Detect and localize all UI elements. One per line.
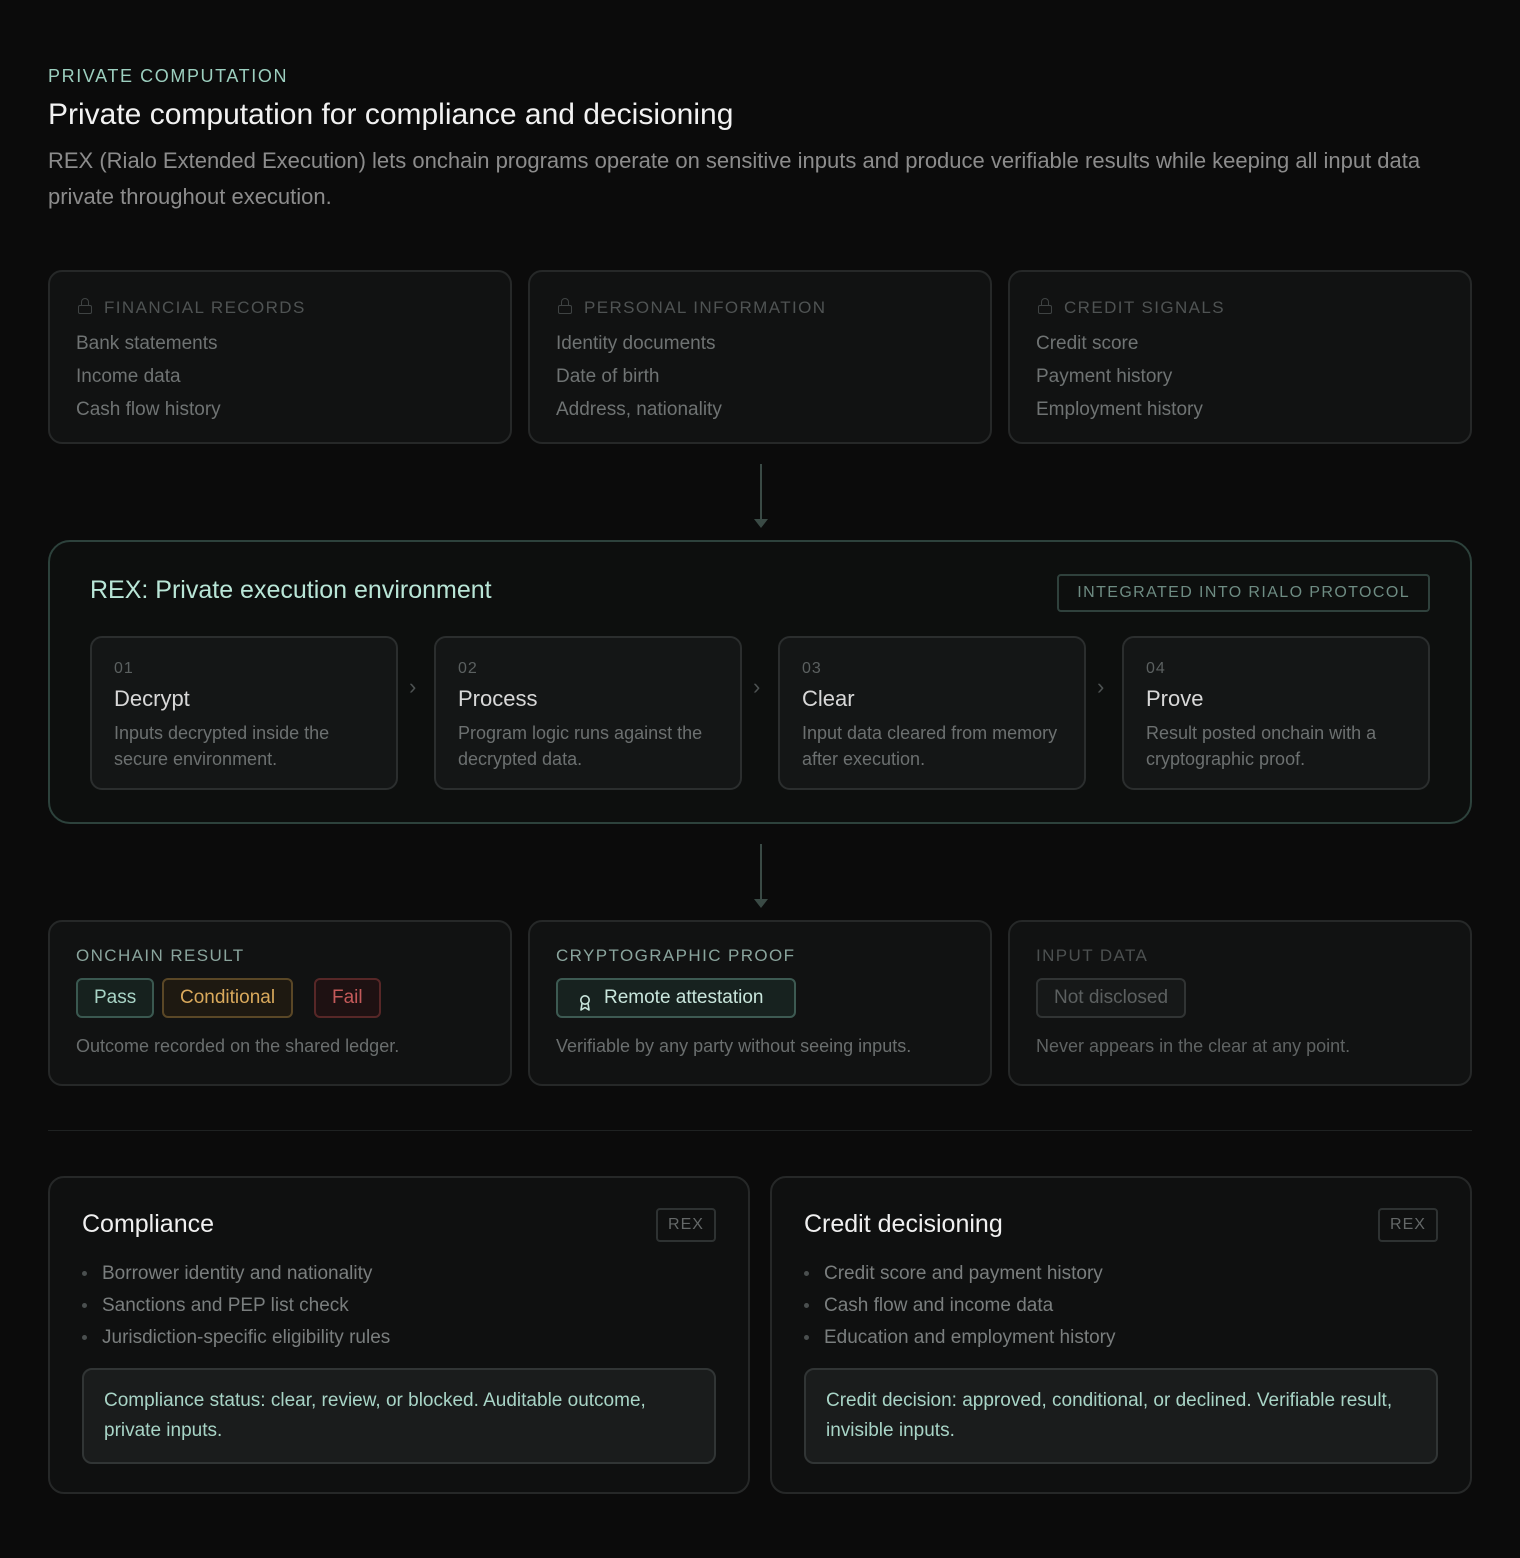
output-card-cryptographic-proof: CRYPTOGRAPHIC PROOF Remote attestation V…	[528, 920, 992, 1086]
step-name: Decrypt	[114, 686, 190, 711]
use-case-title: Credit decisioning	[804, 1210, 1003, 1238]
chevron-right-icon: ›	[753, 674, 761, 699]
use-case-summary: Compliance status: clear, review, or blo…	[82, 1368, 716, 1464]
step-description: Inputs decrypted inside the secure envir…	[114, 723, 330, 769]
step-description: Input data cleared from memory after exe…	[802, 723, 1058, 769]
use-case-list: Credit score and payment history Cash fl…	[804, 1258, 1116, 1354]
input-card-list: Bank statements Income data Cash flow hi…	[76, 327, 221, 426]
input-card-heading: CREDIT SIGNALS	[1064, 298, 1225, 317]
fail-pill: Fail	[314, 978, 381, 1018]
step-number: 02	[458, 660, 478, 677]
rex-protocol-badge: INTEGRATED INTO RIALO PROTOCOL	[1057, 574, 1430, 612]
step-number: 03	[802, 660, 822, 677]
step-description: Program logic runs against the decrypted…	[458, 723, 703, 769]
use-case-summary: Credit decision: approved, conditional, …	[804, 1368, 1438, 1464]
output-card-input-data: INPUT DATA Not disclosed Never appears i…	[1008, 920, 1472, 1086]
list-item: Cash flow and income data	[804, 1290, 1116, 1322]
use-case-card-credit-decisioning: Credit decisioning REX Credit score and …	[770, 1176, 1472, 1494]
step-process: 02 Process Program logic runs against th…	[434, 636, 742, 790]
input-card-credit-signals: CREDIT SIGNALS Credit score Payment hist…	[1008, 270, 1472, 444]
output-description: Never appears in the clear at any point.	[1036, 1036, 1351, 1056]
list-item: Identity documents	[556, 333, 716, 354]
rex-badge: REX	[656, 1208, 716, 1242]
list-item: Jurisdiction-specific eligibility rules	[82, 1322, 390, 1354]
rex-environment-panel: REX: Private execution environment INTEG…	[48, 540, 1472, 824]
pass-pill: Pass	[76, 978, 155, 1018]
output-heading: CRYPTOGRAPHIC PROOF	[556, 946, 796, 965]
step-name: Clear	[802, 686, 855, 711]
remote-attestation-pill: Remote attestation	[556, 978, 796, 1018]
flow-arrow-down	[754, 464, 768, 528]
list-item: Cash flow history	[76, 399, 221, 420]
step-number: 04	[1146, 660, 1166, 677]
input-card-financial-records: FINANCIAL RECORDS Bank statements Income…	[48, 270, 512, 444]
step-decrypt: 01 Decrypt Inputs decrypted inside the s…	[90, 636, 398, 790]
input-card-personal-information: PERSONAL INFORMATION Identity documents …	[528, 270, 992, 444]
list-item: Bank statements	[76, 333, 218, 354]
list-item: Credit score and payment history	[804, 1258, 1116, 1290]
list-item: Education and employment history	[804, 1322, 1116, 1354]
list-item: Payment history	[1036, 366, 1173, 387]
step-number: 01	[114, 660, 134, 677]
flow-arrow-down	[754, 844, 768, 908]
page-title: Private computation for compliance and d…	[48, 98, 734, 131]
step-clear: 03 Clear Input data cleared from memory …	[778, 636, 1086, 790]
input-card-list: Credit score Payment history Employment …	[1036, 327, 1203, 426]
use-case-title: Compliance	[82, 1210, 215, 1238]
input-card-list: Identity documents Date of birth Address…	[556, 327, 722, 426]
input-card-heading: PERSONAL INFORMATION	[584, 298, 827, 317]
use-case-list: Borrower identity and nationality Sancti…	[82, 1258, 390, 1354]
chevron-right-icon: ›	[1097, 674, 1105, 699]
section-divider	[48, 1130, 1472, 1131]
not-disclosed-pill: Not disclosed	[1036, 978, 1187, 1018]
list-item: Borrower identity and nationality	[82, 1258, 390, 1290]
chevron-right-icon: ›	[409, 674, 417, 699]
lock-icon	[558, 298, 572, 314]
input-card-heading: FINANCIAL RECORDS	[104, 298, 306, 317]
badge-icon	[578, 989, 592, 1011]
output-card-onchain-result: ONCHAIN RESULT Pass Conditional Fail Out…	[48, 920, 512, 1086]
output-heading: ONCHAIN RESULT	[76, 946, 245, 965]
step-description: Result posted onchain with a cryptograph…	[1146, 723, 1377, 769]
list-item: Date of birth	[556, 366, 660, 387]
eyebrow-label: PRIVATE COMPUTATION	[48, 66, 289, 86]
conditional-pill: Conditional	[162, 978, 294, 1018]
lock-icon	[1038, 298, 1052, 314]
list-item: Address, nationality	[556, 399, 722, 420]
lock-icon	[78, 298, 92, 314]
use-case-card-compliance: Compliance REX Borrower identity and nat…	[48, 1176, 750, 1494]
list-item: Employment history	[1036, 399, 1203, 420]
list-item: Credit score	[1036, 333, 1139, 354]
output-description: Outcome recorded on the shared ledger.	[76, 1036, 400, 1056]
step-name: Process	[458, 686, 538, 711]
output-heading: INPUT DATA	[1036, 946, 1149, 965]
list-item: Sanctions and PEP list check	[82, 1290, 390, 1322]
rex-badge: REX	[1378, 1208, 1438, 1242]
output-description: Verifiable by any party without seeing i…	[556, 1036, 912, 1056]
step-prove: 04 Prove Result posted onchain with a cr…	[1122, 636, 1430, 790]
rex-title: REX: Private execution environment	[90, 576, 492, 604]
step-name: Prove	[1146, 686, 1204, 711]
pill-label: Remote attestation	[604, 987, 764, 1008]
page-subtitle: REX (Rialo Extended Execution) lets onch…	[48, 148, 1421, 209]
list-item: Income data	[76, 366, 181, 387]
